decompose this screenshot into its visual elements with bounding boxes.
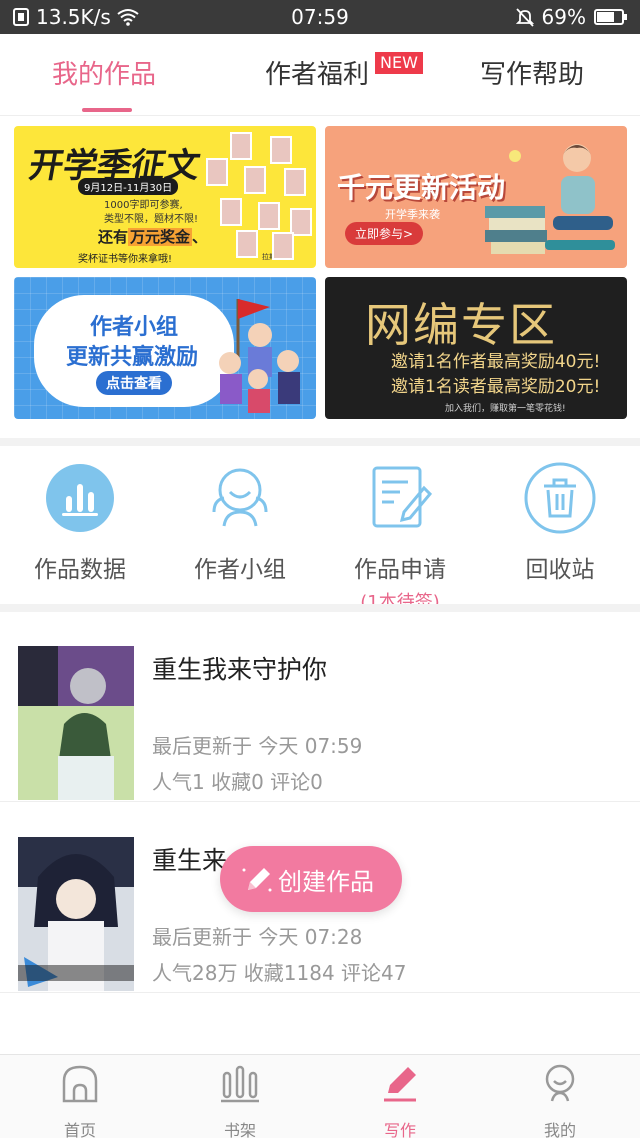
banner-title: 作者小组 bbox=[90, 315, 179, 340]
work-stats: 人气28万 收藏1184 评论47 bbox=[152, 961, 407, 985]
work-stats: 人气1 收藏0 评论0 bbox=[152, 770, 323, 794]
work-updated: 最后更新于 今天 07:59 bbox=[152, 734, 363, 758]
tab-author-benefits[interactable]: 作者福利 bbox=[265, 54, 369, 91]
photo bbox=[270, 136, 292, 164]
tab-my-works[interactable]: 我的作品 bbox=[52, 54, 156, 91]
banner-join-button[interactable]: 立即参与> bbox=[345, 222, 424, 245]
nav-label: 首页 bbox=[63, 1121, 96, 1138]
prize-highlight: 万元奖金 bbox=[128, 228, 193, 246]
banner-editor-zone[interactable]: 网编专区 邀请1名作者最高奖励40元! 邀请1名读者最高奖励20元! 加入我们，… bbox=[325, 277, 627, 419]
banner-title: 网编专区 bbox=[365, 298, 557, 352]
new-badge: NEW bbox=[375, 52, 423, 74]
action-label: 作品数据 bbox=[34, 557, 126, 583]
battery-icon bbox=[594, 9, 627, 25]
photo bbox=[230, 132, 252, 160]
action-label: 回收站 bbox=[525, 557, 595, 583]
photo bbox=[206, 158, 228, 186]
action-work-application[interactable]: 作品申请 (1本待签) bbox=[320, 462, 480, 614]
banner-subtitle: 开学季来袭 bbox=[385, 208, 440, 221]
photo bbox=[258, 202, 280, 230]
nav-write[interactable]: 写作 bbox=[320, 1063, 480, 1138]
banner-grid: 开学季征文 9月12日-11月30日 1000字即可参赛, 类型不限，题材不限!… bbox=[0, 116, 640, 438]
banner-view-button[interactable]: 点击查看 bbox=[96, 371, 172, 395]
action-label: 作品申请 bbox=[354, 557, 446, 583]
banner-line: 奖杯证书等你来拿哦! bbox=[78, 254, 173, 265]
photo bbox=[236, 230, 258, 258]
banner-subtitle: 更新共赢激励 bbox=[66, 345, 199, 370]
action-work-data[interactable]: 作品数据 bbox=[0, 462, 160, 584]
section-divider bbox=[0, 604, 640, 612]
banner-author-group[interactable]: 作者小组 更新共赢激励 点击查看 bbox=[14, 277, 316, 419]
pen-icon bbox=[384, 1067, 416, 1102]
top-tabs: 我的作品 作者福利 NEW 写作帮助 bbox=[0, 34, 640, 116]
work-title: 重生我来守护你 bbox=[152, 655, 328, 684]
nav-bookshelf[interactable]: 书架 bbox=[160, 1063, 320, 1138]
section-divider bbox=[0, 438, 640, 446]
nav-label: 我的 bbox=[543, 1121, 576, 1138]
photo bbox=[220, 198, 242, 226]
pencil-icon bbox=[242, 868, 272, 892]
home-icon bbox=[62, 1065, 98, 1103]
work-item[interactable]: 重生我来守护你 最后更新于 今天 07:59 人气1 收藏0 评论0 bbox=[0, 612, 640, 802]
nav-label: 写作 bbox=[383, 1121, 416, 1138]
banner-essay-contest[interactable]: 开学季征文 9月12日-11月30日 1000字即可参赛, 类型不限，题材不限!… bbox=[14, 126, 316, 268]
work-updated: 最后更新于 今天 07:28 bbox=[152, 925, 363, 949]
banner-date: 9月12日-11月30日 bbox=[78, 178, 179, 195]
banner-prize: 还有 万元奖金、 bbox=[98, 226, 207, 247]
create-work-label: 创建作品 bbox=[278, 867, 374, 896]
work-title: 重生来 bbox=[152, 846, 228, 875]
trash-icon bbox=[524, 462, 596, 534]
nav-label: 书架 bbox=[223, 1121, 256, 1138]
active-tab-indicator bbox=[82, 108, 132, 112]
action-author-group[interactable]: 作者小组 bbox=[160, 462, 320, 584]
banner-update-event[interactable]: 千元更新活动 开学季来袭 立即参与> bbox=[325, 126, 627, 268]
banner-title: 千元更新活动 bbox=[337, 171, 506, 204]
group-illustration bbox=[219, 299, 300, 413]
action-recycle-bin[interactable]: 回收站 bbox=[480, 462, 640, 584]
nav-mine[interactable]: 我的 bbox=[480, 1063, 640, 1138]
edit-document-icon bbox=[372, 466, 433, 528]
quick-actions: 作品数据 作者小组 作品申请 (1本待签) 回收站 bbox=[0, 446, 640, 613]
bookshelf-icon bbox=[221, 1065, 259, 1103]
mute-bell-icon bbox=[515, 8, 534, 27]
photo-collage bbox=[200, 132, 312, 262]
book-cover bbox=[18, 646, 134, 800]
bottom-nav: 首页 书架 写作 我的 bbox=[0, 1054, 640, 1138]
photo bbox=[244, 166, 266, 194]
reader-illustration bbox=[485, 144, 615, 254]
nav-home[interactable]: 首页 bbox=[0, 1063, 160, 1138]
banner-line: 1000字即可参赛, bbox=[104, 200, 183, 211]
status-right: 69% bbox=[515, 5, 628, 29]
create-work-button[interactable]: 创建作品 bbox=[220, 846, 402, 912]
book-cover bbox=[18, 837, 134, 991]
banner-line: 邀请1名作者最高奖励40元! bbox=[391, 352, 601, 372]
banner-line: 邀请1名读者最高奖励20元! bbox=[391, 377, 601, 397]
banner-small: 加入我们，赚取第一笔零花钱! bbox=[445, 404, 566, 414]
battery-percent: 69% bbox=[541, 5, 586, 29]
group-icon bbox=[212, 468, 268, 527]
banner-line: 类型不限，题材不限! bbox=[104, 214, 199, 225]
profile-icon bbox=[545, 1064, 575, 1102]
action-label: 作者小组 bbox=[194, 557, 286, 583]
bar-chart-icon bbox=[46, 464, 114, 532]
tab-writing-help[interactable]: 写作帮助 bbox=[480, 54, 584, 91]
prize-prefix: 还有 bbox=[98, 228, 129, 246]
status-bar: 13.5K/s 07:59 69% bbox=[0, 0, 640, 34]
photo bbox=[272, 232, 294, 260]
photo bbox=[284, 168, 306, 196]
